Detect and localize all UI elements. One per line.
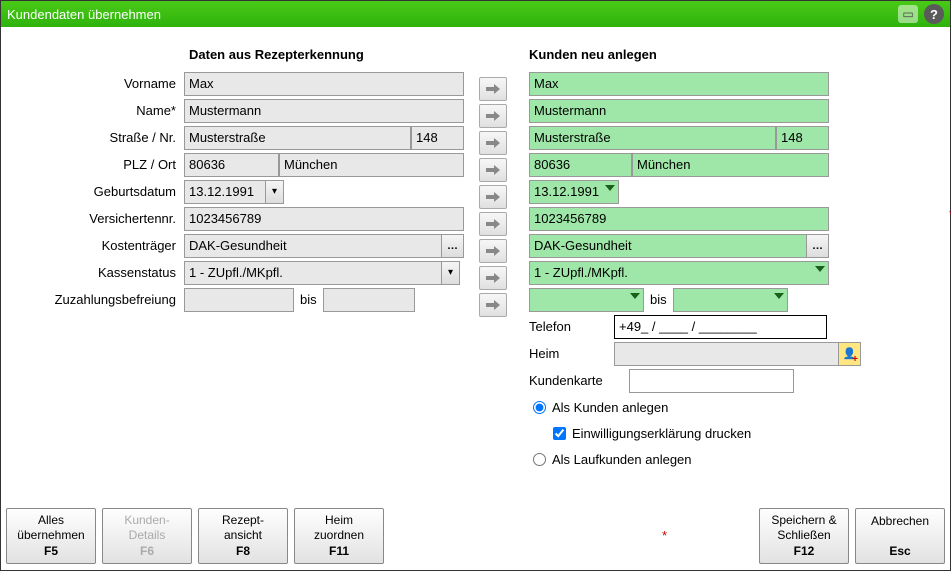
label-kost: Kostenträger bbox=[9, 238, 184, 253]
alles-übernehmen-button[interactable]: AllesübernehmenF5 bbox=[6, 508, 96, 564]
kost-lookup-button[interactable]: … bbox=[442, 234, 464, 258]
vnr-left-field[interactable] bbox=[184, 207, 464, 231]
right-section-title: Kunden neu anlegen bbox=[529, 47, 942, 62]
karte-field[interactable] bbox=[629, 369, 794, 393]
label-kstat: Kassenstatus bbox=[9, 265, 184, 280]
plz-right-field[interactable] bbox=[529, 153, 632, 177]
label-name: Name* bbox=[9, 103, 184, 118]
kost-right-field[interactable] bbox=[529, 234, 807, 258]
telefon-field[interactable] bbox=[614, 315, 827, 339]
zuz-from-right-field[interactable] bbox=[529, 288, 644, 312]
ort-left-field[interactable] bbox=[279, 153, 464, 177]
als-laufkunden-radio[interactable] bbox=[533, 453, 546, 466]
gdatum-left-field[interactable] bbox=[184, 180, 266, 204]
heim-add-button[interactable]: 👤+ bbox=[839, 342, 861, 366]
bis-label-right: bis bbox=[644, 292, 673, 307]
vorname-left-field[interactable] bbox=[184, 72, 464, 96]
kost-lookup-right-button[interactable]: … bbox=[807, 234, 829, 258]
abbrechen-button[interactable]: AbbrechenEsc bbox=[855, 508, 945, 564]
transfer-zuz-button[interactable] bbox=[479, 293, 507, 317]
kost-left-field[interactable] bbox=[184, 234, 442, 258]
transfer-vnr-button[interactable] bbox=[479, 212, 507, 236]
transfer-strasse-button[interactable] bbox=[479, 131, 507, 155]
vorname-right-field[interactable] bbox=[529, 72, 829, 96]
kstat-left-field[interactable] bbox=[184, 261, 442, 285]
als-kunden-label: Als Kunden anlegen bbox=[552, 400, 668, 415]
window-control-icon[interactable]: ▭ bbox=[898, 5, 918, 23]
label-telefon: Telefon bbox=[529, 319, 614, 334]
als-laufkunden-label: Als Laufkunden anlegen bbox=[552, 452, 692, 467]
label-heim: Heim bbox=[529, 346, 614, 361]
label-vnr: Versichertennr. bbox=[9, 211, 184, 226]
label-zuz: Zuzahlungsbefreiung bbox=[9, 292, 184, 307]
name-left-field[interactable] bbox=[184, 99, 464, 123]
als-kunden-radio[interactable] bbox=[533, 401, 546, 414]
speichern-schliessen-button[interactable]: Speichern &SchließenF12 bbox=[759, 508, 849, 564]
transfer-name-button[interactable] bbox=[479, 104, 507, 128]
label-karte: Kundenkarte bbox=[529, 373, 629, 388]
help-icon[interactable]: ? bbox=[924, 4, 944, 24]
transfer-vorname-button[interactable] bbox=[479, 77, 507, 101]
ort-right-field[interactable] bbox=[632, 153, 829, 177]
zuz-from-left-field[interactable] bbox=[184, 288, 294, 312]
zuz-to-right-field[interactable] bbox=[673, 288, 788, 312]
vnr-right-field[interactable] bbox=[529, 207, 829, 231]
heim-zuordnen-button[interactable]: HeimzuordnenF11 bbox=[294, 508, 384, 564]
window-title: Kundendaten übernehmen bbox=[7, 7, 161, 22]
dropdown-icon[interactable]: ▾ bbox=[442, 261, 460, 285]
name-right-field[interactable] bbox=[529, 99, 829, 123]
zuz-to-left-field[interactable] bbox=[323, 288, 415, 312]
strasse-right-field[interactable] bbox=[529, 126, 776, 150]
plz-left-field[interactable] bbox=[184, 153, 279, 177]
label-plzort: PLZ / Ort bbox=[9, 157, 184, 172]
einwilligung-label: Einwilligungserklärung drucken bbox=[572, 426, 751, 441]
label-gdatum: Geburtsdatum bbox=[9, 184, 184, 199]
dropdown-icon[interactable]: ▾ bbox=[266, 180, 284, 204]
strasse-left-field[interactable] bbox=[184, 126, 411, 150]
kstat-right-field[interactable] bbox=[529, 261, 829, 285]
kunden-details-button: Kunden-DetailsF6 bbox=[102, 508, 192, 564]
transfer-plzort-button[interactable] bbox=[479, 158, 507, 182]
einwilligung-checkbox[interactable] bbox=[553, 427, 566, 440]
transfer-gdatum-button[interactable] bbox=[479, 185, 507, 209]
gdatum-right-field[interactable] bbox=[529, 180, 619, 204]
titlebar: Kundendaten übernehmen ▭ ? bbox=[1, 1, 950, 27]
nr-right-field[interactable] bbox=[776, 126, 829, 150]
transfer-kstat-button[interactable] bbox=[479, 266, 507, 290]
rezept-ansicht-button[interactable]: Rezept-ansichtF8 bbox=[198, 508, 288, 564]
label-strasse: Straße / Nr. bbox=[9, 130, 184, 145]
left-section-title: Daten aus Rezepterkennung bbox=[189, 47, 469, 62]
label-vorname: Vorname bbox=[9, 76, 184, 91]
bis-label: bis bbox=[294, 292, 323, 307]
nr-left-field[interactable] bbox=[411, 126, 464, 150]
transfer-kost-button[interactable] bbox=[479, 239, 507, 263]
heim-field[interactable] bbox=[614, 342, 839, 366]
